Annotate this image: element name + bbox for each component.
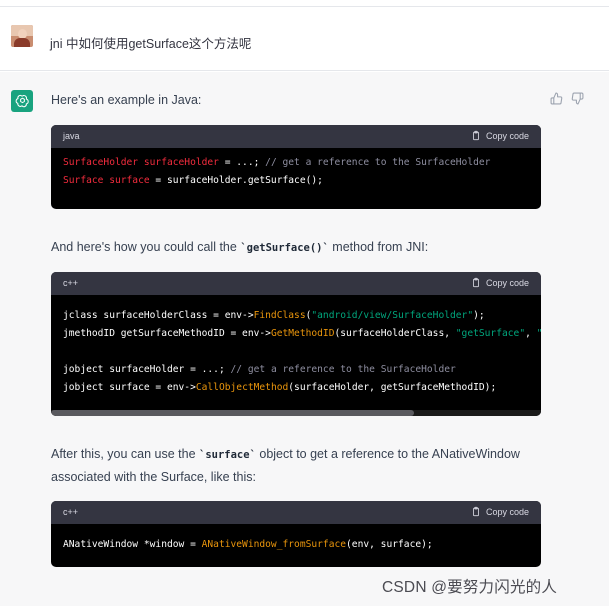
code-token: = surfaceHolder.getSurface();	[149, 175, 323, 186]
code-token: jobject surface = env->	[63, 382, 196, 393]
code-language-label: c++	[63, 507, 79, 517]
code-token: ANativeWindow *window =	[63, 539, 202, 550]
paragraph-text: method from JNI:	[328, 240, 429, 254]
code-block-cpp-2: c++ Copy code ANativeWindow *window = AN…	[51, 501, 541, 567]
assistant-intro-text: Here's an example in Java:	[51, 93, 202, 107]
code-content: ANativeWindow *window = ANativeWindow_fr…	[51, 524, 541, 554]
csdn-watermark: CSDN @要努力闪光的人	[382, 579, 558, 596]
thumbs-down-icon[interactable]	[570, 92, 584, 106]
copy-code-button[interactable]: Copy code	[471, 506, 529, 517]
code-token: jobject surfaceHolder = ...;	[63, 364, 231, 375]
copy-code-label: Copy code	[485, 506, 529, 517]
code-token: "getSurface"	[455, 328, 526, 339]
clipboard-icon	[473, 506, 479, 517]
code-line: Surface surface = surfaceHolder.getSurfa…	[63, 172, 529, 190]
code-token: ANativeWindow_fromSurface	[201, 539, 347, 550]
paragraph-text: After this, you can use the	[51, 447, 199, 461]
code-line: jclass surfaceHolderClass = env->FindCla…	[63, 307, 529, 325]
horizontal-scrollbar[interactable]	[51, 410, 541, 416]
inline-code: `surface`	[199, 449, 256, 461]
chatgpt-logo-icon	[11, 90, 33, 112]
code-token: SurfaceHolder surfaceHolder	[63, 157, 219, 168]
code-token: (env, surface);	[346, 539, 433, 550]
code-token: "	[537, 328, 541, 339]
code-block-header: java Copy code	[51, 125, 541, 148]
code-line: ANativeWindow *window = ANativeWindow_fr…	[63, 536, 529, 554]
code-token: (surfaceHolderClass,	[334, 328, 456, 339]
copy-code-button[interactable]: Copy code	[471, 130, 529, 141]
code-token: // get a reference to the SurfaceHolder	[265, 157, 491, 168]
code-token: jmethodID getSurfaceMethodID = env->	[63, 328, 271, 339]
code-line: jobject surface = env->CallObjectMethod(…	[63, 379, 529, 397]
clipboard-icon	[473, 277, 479, 288]
code-language-label: java	[63, 131, 80, 141]
code-content: jclass surfaceHolderClass = env->FindCla…	[51, 295, 541, 397]
code-language-label: c++	[63, 278, 79, 288]
code-token: );	[473, 310, 485, 321]
code-token: GetMethodID	[270, 328, 335, 339]
assistant-paragraph-3: After this, you can use the `surface` ob…	[51, 443, 520, 488]
code-token: FindClass	[253, 310, 306, 321]
code-token: = ...;	[218, 157, 266, 168]
scrollbar-thumb[interactable]	[51, 410, 414, 416]
thumbs-up-icon[interactable]	[549, 92, 563, 106]
code-block-header: c++ Copy code	[51, 272, 541, 295]
code-block-cpp-1: c++ Copy code jclass surfaceHolderClass …	[51, 272, 541, 416]
paragraph-text: And here's how you could call the	[51, 240, 241, 254]
code-token: (surfaceHolder, getSurfaceMethodID);	[288, 382, 497, 393]
code-token: Surface surface	[63, 175, 150, 186]
code-token: jclass surfaceHolderClass = env->	[63, 310, 254, 321]
copy-code-label: Copy code	[485, 277, 529, 288]
code-token: ,	[525, 328, 537, 339]
code-content: SurfaceHolder surfaceHolder = ...; // ge…	[51, 148, 541, 190]
copy-code-label: Copy code	[485, 130, 529, 141]
assistant-paragraph-2: And here's how you could call the `getSu…	[51, 236, 428, 259]
code-block-java: java Copy code SurfaceHolder surfaceHold…	[51, 125, 541, 209]
user-message-row: jni 中如何使用getSurface这个方法呢	[0, 6, 609, 71]
inline-code: `getSurface()`	[240, 242, 329, 254]
code-token: // get a reference to the SurfaceHolder	[230, 364, 456, 375]
code-line: jobject surfaceHolder = ...; // get a re…	[63, 361, 529, 379]
user-avatar	[11, 25, 33, 47]
code-line: jmethodID getSurfaceMethodID = env->GetM…	[63, 325, 541, 343]
paragraph-text: associated with the Surface, like this:	[51, 470, 256, 484]
code-line: SurfaceHolder surfaceHolder = ...; // ge…	[63, 154, 529, 172]
code-token: CallObjectMethod	[195, 382, 289, 393]
copy-code-button[interactable]: Copy code	[471, 277, 529, 288]
paragraph-text: object to get a reference to the ANative…	[255, 447, 520, 461]
clipboard-icon	[473, 130, 479, 141]
user-message-text: jni 中如何使用getSurface这个方法呢	[50, 37, 252, 51]
code-token: "android/view/SurfaceHolder"	[311, 310, 474, 321]
code-block-header: c++ Copy code	[51, 501, 541, 524]
